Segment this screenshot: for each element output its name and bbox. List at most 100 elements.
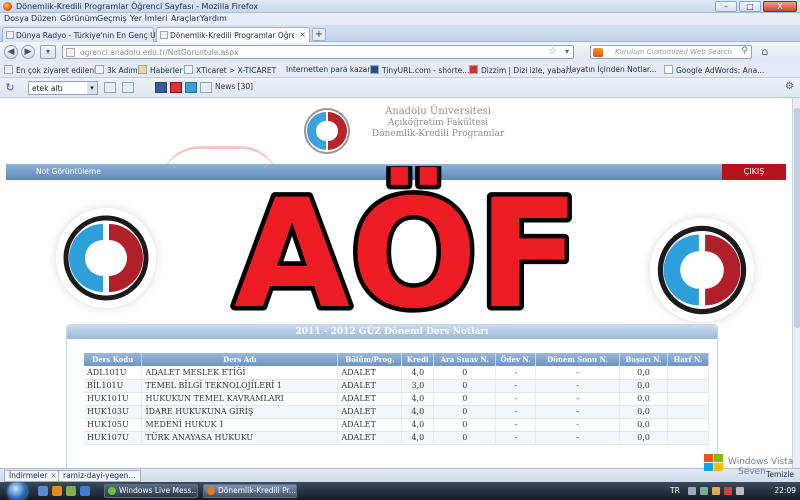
cell-success-grade: 0,0 xyxy=(619,379,668,393)
tab-label: Dönemlik-Kredili Programlar Öğrenci... xyxy=(170,31,294,40)
menu-bookmarks[interactable]: Yer İmleri xyxy=(130,14,167,23)
firefox-quicklaunch-icon[interactable] xyxy=(52,486,62,496)
language-indicator[interactable]: TR xyxy=(670,486,680,495)
aof-overlay-title: AÖF xyxy=(229,166,584,316)
cell-homework: - xyxy=(495,405,537,419)
page-viewport: Anadolu Üniversitesi Açıköğretim Fakülte… xyxy=(0,98,792,468)
bookmark-hayat[interactable]: Hayatın İçinden Notlar... xyxy=(566,65,656,74)
cell-homework: - xyxy=(495,431,537,445)
task-messenger[interactable]: Windows Live Mess... xyxy=(104,484,198,498)
facebook-icon[interactable] xyxy=(155,82,167,93)
bookmark-tinyurl[interactable]: TinyURL.com - shorte... xyxy=(370,65,469,75)
refresh-icon[interactable]: ↻ xyxy=(3,81,17,95)
menu-edit[interactable]: Düzen xyxy=(31,14,56,23)
cell-course-name: İDARE HUKUKUNA GİRİŞ xyxy=(141,405,339,419)
twitter-icon[interactable] xyxy=(185,82,197,93)
ie-quicklaunch-icon[interactable] xyxy=(80,486,90,496)
bookmark-para[interactable]: Internetten para kazan... xyxy=(286,65,379,74)
cell-course-name: MEDENİ HUKUK 1 xyxy=(141,418,339,432)
rss-icon[interactable] xyxy=(200,82,212,93)
panel-title: 2011 - 2012 GÜZ Dönemi Ders Notları xyxy=(295,327,489,337)
bookmark-dizzim[interactable]: Dizzim | Dizi izle, yaba... xyxy=(469,65,573,75)
toolbar-search-select[interactable]: etek altı ▾ xyxy=(28,81,98,95)
history-dropdown-icon[interactable]: ▾ xyxy=(40,45,56,59)
menu-view[interactable]: Görünüm xyxy=(60,14,97,23)
news-counter[interactable]: News [30] xyxy=(215,82,253,91)
volume-icon[interactable] xyxy=(736,487,744,495)
bookmarks-bar: En çok ziyaret edilenler 3k Adım Haberle… xyxy=(0,62,800,78)
close-window-button[interactable]: X xyxy=(763,1,797,12)
cell-final: - xyxy=(535,405,621,419)
bookmark-news[interactable]: Haberler xyxy=(138,65,182,75)
close-icon[interactable]: × xyxy=(50,471,56,480)
cell-midterm: 0 xyxy=(433,418,497,432)
network-icon[interactable] xyxy=(700,487,708,495)
firefox-icon xyxy=(207,487,215,495)
menu-help[interactable]: Yardım xyxy=(200,14,227,23)
quicklaunch-icon[interactable] xyxy=(66,486,76,496)
tray-icon[interactable] xyxy=(688,487,696,495)
home-icon[interactable]: ⌂ xyxy=(758,45,772,59)
vertical-scrollbar[interactable] xyxy=(792,98,800,468)
minimize-button[interactable]: – xyxy=(715,1,737,12)
chevron-down-icon[interactable]: ▾ xyxy=(87,82,97,94)
cell-letter-grade xyxy=(667,366,710,380)
table-row: ADL101U ADALET MESLEK ETİĞİ ADALET 4,0 0- -0,… xyxy=(84,366,710,380)
cell-credit: 4,0 xyxy=(401,418,435,432)
menu-history[interactable]: Geçmiş xyxy=(97,14,127,23)
cell-letter-grade xyxy=(667,431,710,445)
menu-tools[interactable]: Araçlar xyxy=(171,14,199,23)
new-tab-button[interactable]: + xyxy=(312,28,326,41)
mail-icon[interactable] xyxy=(170,82,182,93)
tab-aof[interactable]: Dönemlik-Kredili Programlar Öğrenci... × xyxy=(156,27,310,42)
bookmark-icon xyxy=(4,65,13,74)
bookmark-star-icon[interactable]: ☆ xyxy=(548,46,557,57)
clock[interactable]: 22:09 xyxy=(774,486,796,495)
toolbar-tool-icon[interactable] xyxy=(122,82,134,93)
col-homework: Ödev N. xyxy=(495,353,537,366)
toolbar-search-icon[interactable] xyxy=(104,82,116,93)
task-firefox[interactable]: Dönemlik-Kredili Pr... xyxy=(203,484,297,498)
forward-button[interactable]: ▶ xyxy=(21,45,35,59)
start-button[interactable] xyxy=(8,482,27,500)
search-box[interactable]: Kurulum Customized Web Search ⚲ xyxy=(590,45,752,59)
col-midterm: Ara Sınav N. xyxy=(433,353,497,366)
panel-header: 2011 - 2012 GÜZ Dönemi Ders Notları xyxy=(67,325,717,339)
bookmark-icon xyxy=(95,65,104,74)
bookmark-adwords[interactable]: Google AdWords: Ana... xyxy=(664,65,764,75)
cell-department: ADALET xyxy=(337,431,403,445)
url-dropdown-icon[interactable]: ▾ xyxy=(565,47,569,56)
maximize-button[interactable]: □ xyxy=(739,1,761,12)
bookmark-most-visited[interactable]: En çok ziyaret edilenler xyxy=(4,65,104,75)
cell-department: ADALET xyxy=(337,366,403,380)
downloads-tab[interactable]: İndirmeler × xyxy=(4,470,62,482)
cell-letter-grade xyxy=(667,418,710,432)
table-row: HUK107U TÜRK ANAYASA HUKUKU ADALET 4,0 0- -0,… xyxy=(84,431,710,445)
url-bar[interactable]: ogrenci.anadolu.edu.tr/NotGoruntule.aspx… xyxy=(62,45,574,59)
cell-department: ADALET xyxy=(337,392,403,406)
tab-radio[interactable]: Dünya Radyo - Türkiye'nin En Genç U... xyxy=(2,27,156,42)
cell-final: - xyxy=(535,379,621,393)
close-tab-icon[interactable]: × xyxy=(299,30,306,39)
bookmark-xticaret[interactable]: XTicaret > X-TICARET xyxy=(184,65,276,75)
table-row: HUK103U İDARE HUKUKUNA GİRİŞ ADALET 4,0 0- -0… xyxy=(84,405,710,419)
cell-final: - xyxy=(535,366,621,380)
exit-button[interactable]: ÇIKIŞ xyxy=(722,164,786,180)
search-icon[interactable]: ⚲ xyxy=(741,46,748,56)
download-file-tab[interactable]: ramiz-dayi-yegen... xyxy=(58,470,141,482)
tab-bar: Dünya Radyo - Türkiye'nin En Genç U... D… xyxy=(0,25,800,42)
menu-file[interactable]: Dosya xyxy=(4,14,29,23)
nav-grades-link[interactable]: Not Görüntüleme xyxy=(36,167,101,176)
show-desktop-icon[interactable] xyxy=(38,486,48,496)
gear-icon[interactable]: ⚙ xyxy=(785,81,794,92)
menu-bar: Dosya Düzen Görünüm Geçmiş Yer İmleri Ar… xyxy=(0,13,800,25)
page-favicon-icon xyxy=(160,31,168,39)
scrollbar-thumb[interactable] xyxy=(794,108,800,328)
cell-final: - xyxy=(535,431,621,445)
col-credit: Kredi xyxy=(401,353,435,366)
tray-icon[interactable] xyxy=(712,487,720,495)
bookmark-3k[interactable]: 3k Adım xyxy=(95,65,138,75)
back-button[interactable]: ◀ xyxy=(4,45,18,59)
search-engine-icon[interactable] xyxy=(593,48,603,57)
tray-icon[interactable] xyxy=(724,487,732,495)
